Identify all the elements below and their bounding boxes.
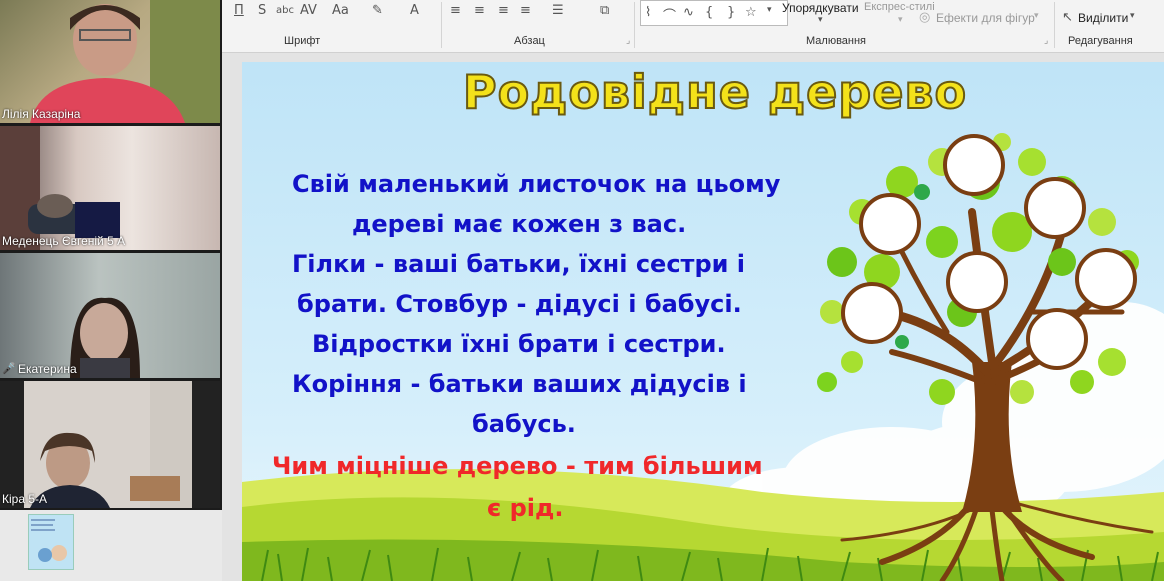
underline-icon[interactable]: П [234,3,244,18]
video-participants-panel: Лілія Казаріна Меденець Євгеній 5 А 🎤 Ек… [0,0,222,510]
shape-effects-button[interactable]: Ефекти для фігур [936,11,1035,25]
justify-icon[interactable]: ≡ [520,3,531,18]
shape-curve-icon[interactable]: ⌇ [645,5,651,20]
shapes-gallery[interactable]: ⌇ ⌒ ∿ { } ☆ ▾ [640,0,788,26]
text-shadow-icon[interactable]: abc [276,5,294,16]
participant-tile[interactable]: Меденець Євгеній 5 А [0,126,220,250]
font-color-icon[interactable]: A [410,3,419,18]
slide-canvas[interactable]: Родовідне дерево Свій маленький листочок… [242,62,1164,581]
strikethrough-icon[interactable]: S [258,3,266,18]
chevron-down-icon: ▾ [898,15,903,25]
drawing-dialog-launcher-icon[interactable]: ⌟ [1044,36,1048,46]
highlight-icon[interactable]: ✎ [372,3,383,18]
participant-video [0,126,120,250]
ribbon-group-font: Шрифт [284,35,321,47]
font-dialog-launcher-icon[interactable]: ⌟ [626,36,630,46]
chevron-down-icon: ▾ [1034,11,1039,21]
arrange-button[interactable]: Упорядкувати [782,1,859,15]
body-text-line[interactable]: Відростки їхні брати і сестри. [312,330,726,358]
shape-brace-close-icon[interactable]: } [727,5,735,20]
shape-star-icon[interactable]: ☆ [745,5,757,20]
participant-video [70,297,140,378]
participant-video [30,0,220,123]
cursor-arrow-icon: ↖ [1062,10,1073,25]
muted-microphone-icon: 🎤 [2,362,16,375]
align-center-icon[interactable]: ≡ [474,3,485,18]
participant-name: Екатерина [18,362,77,376]
character-spacing-icon[interactable]: AV [300,3,317,18]
select-button[interactable]: Виділити [1078,11,1128,25]
slide-thumbnail-preview [31,519,67,562]
shape-effects-icon: ◎ [919,10,931,25]
body-text-line[interactable]: дереві має кожен з вас. [352,210,686,238]
ribbon-group-paragraph: Абзац [514,35,545,47]
slide-background [242,133,1164,581]
body-text-line[interactable]: брати. Стовбур - дідусі і бабусі. [297,290,742,318]
change-case-icon[interactable]: Aa [332,3,349,18]
participant-name: Меденець Євгеній 5 А [2,234,126,248]
align-left-icon[interactable]: ≡ [450,3,461,18]
participant-name: Кіра 5-А [2,492,48,506]
shape-brace-open-icon[interactable]: { [705,5,713,20]
highlight-text-line[interactable]: є рід. [487,494,564,522]
ribbon-group-drawing: Малювання [806,35,867,47]
body-text-line[interactable]: Гілки - ваші батьки, їхні сестри і [292,250,745,278]
participant-tile[interactable]: 🎤 Екатерина [0,253,220,378]
body-text-line[interactable]: бабусь. [472,410,576,438]
body-text-line[interactable]: Свій маленький листочок на цьому [292,170,780,198]
shape-arc-icon[interactable]: ⌒ [663,5,676,24]
participant-tile[interactable]: Кіра 5-А [0,381,220,508]
highlight-text-line[interactable]: Чим міцніше дерево - тим більшим [272,452,763,480]
slide-title[interactable]: Родовідне дерево [455,64,975,120]
gallery-more-icon[interactable]: ▾ [767,5,772,15]
participant-name: Лілія Казаріна [2,107,81,121]
slide-thumbnail[interactable] [28,514,74,570]
body-text-line[interactable]: Коріння - батьки ваших дідусів і [292,370,747,398]
participant-video [24,381,192,508]
participant-tile[interactable]: Лілія Казаріна [0,0,220,123]
ribbon-group-editing: Редагування [1068,35,1133,47]
shape-wave-icon[interactable]: ∿ [683,5,694,20]
columns-icon[interactable]: ☰ [552,3,564,18]
chevron-down-icon: ▾ [818,15,823,25]
align-right-icon[interactable]: ≡ [498,3,509,18]
convert-smartart-icon[interactable]: ⧉ [600,3,609,18]
chevron-down-icon: ▾ [1130,11,1135,21]
ribbon-toolbar: П S abc AV Aa ✎ A Шрифт ⌟ ≡ ≡ ≡ ≡ ☰ ⧉ Аб… [222,0,1164,53]
